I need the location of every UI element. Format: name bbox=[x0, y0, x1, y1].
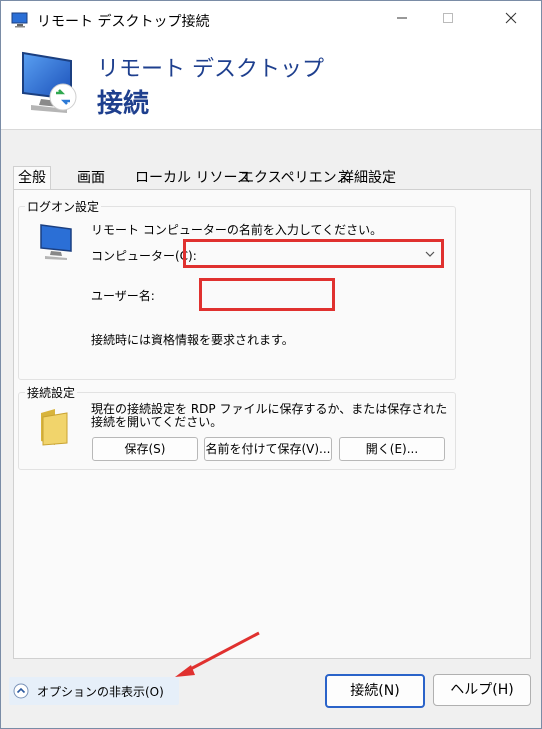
header-banner: リモート デスクトップ 接続 bbox=[1, 39, 541, 130]
remote-desktop-icon bbox=[11, 12, 28, 28]
computer-combobox[interactable] bbox=[183, 239, 444, 268]
open-button[interactable]: 開く(E)... bbox=[339, 437, 445, 461]
tab-advanced[interactable]: 詳細設定 bbox=[340, 167, 396, 189]
close-icon bbox=[505, 12, 517, 24]
hide-options-label: オプションの非表示(O) bbox=[37, 685, 164, 699]
rdp-window: リモート デスクトップ接続 リモート デスクトップ 接続 全般 画面 ローカル … bbox=[0, 0, 542, 729]
username-label: ユーザー名: bbox=[91, 289, 155, 303]
logon-settings-label: ログオン設定 bbox=[25, 198, 102, 215]
help-button[interactable]: ヘルプ(H) bbox=[433, 674, 531, 706]
maximize-button bbox=[425, 1, 471, 39]
computer-label: コンピューター(C): bbox=[91, 249, 197, 263]
connection-description: 現在の接続設定を RDP ファイルに保存するか、または保存された 接続を開いてく… bbox=[91, 403, 447, 429]
tab-display[interactable]: 画面 bbox=[77, 167, 105, 189]
save-button[interactable]: 保存(S) bbox=[92, 437, 198, 461]
minimize-icon bbox=[397, 17, 407, 19]
logon-settings-group: ログオン設定 リモート コンピューターの名前を入力してください。 コンピューター… bbox=[18, 198, 456, 380]
title-bar[interactable]: リモート デスクトップ接続 bbox=[1, 1, 541, 39]
connection-settings-group: 接続設定 現在の接続設定を RDP ファイルに保存するか、または保存された 接続… bbox=[18, 384, 456, 470]
tab-panel-general: ログオン設定 リモート コンピューターの名前を入力してください。 コンピューター… bbox=[13, 189, 531, 659]
tab-experience[interactable]: エクスペリエンス bbox=[240, 167, 350, 189]
save-as-button[interactable]: 名前を付けて保存(V)... bbox=[204, 437, 332, 461]
tab-local-resources[interactable]: ローカル リソース bbox=[135, 167, 251, 189]
connection-description-line2: 接続を開いてください。 bbox=[91, 415, 223, 429]
connection-settings-label: 接続設定 bbox=[25, 384, 78, 401]
remote-desktop-monitor-icon bbox=[22, 51, 77, 113]
computer-icon bbox=[40, 224, 72, 260]
username-field[interactable] bbox=[199, 278, 335, 311]
credentials-note: 接続時には資格情報を要求されます。 bbox=[91, 333, 294, 347]
minimize-button[interactable] bbox=[379, 1, 425, 39]
annotation-arrow-icon bbox=[175, 631, 260, 677]
logon-instruction: リモート コンピューターの名前を入力してください。 bbox=[91, 223, 383, 237]
window-title: リモート デスクトップ接続 bbox=[37, 14, 210, 30]
close-button[interactable] bbox=[488, 1, 534, 39]
maximize-icon bbox=[443, 13, 453, 23]
tab-general[interactable]: 全般 bbox=[13, 166, 51, 191]
header-title-line1: リモート デスクトップ bbox=[97, 57, 324, 82]
hide-options-toggle[interactable]: オプションの非表示(O) bbox=[9, 677, 179, 705]
connect-button[interactable]: 接続(N) bbox=[325, 674, 425, 708]
header-title-line2: 接続 bbox=[97, 89, 150, 119]
chevron-down-icon[interactable] bbox=[425, 250, 435, 258]
chevron-up-circle-icon bbox=[13, 683, 29, 699]
folder-icon bbox=[41, 409, 68, 446]
